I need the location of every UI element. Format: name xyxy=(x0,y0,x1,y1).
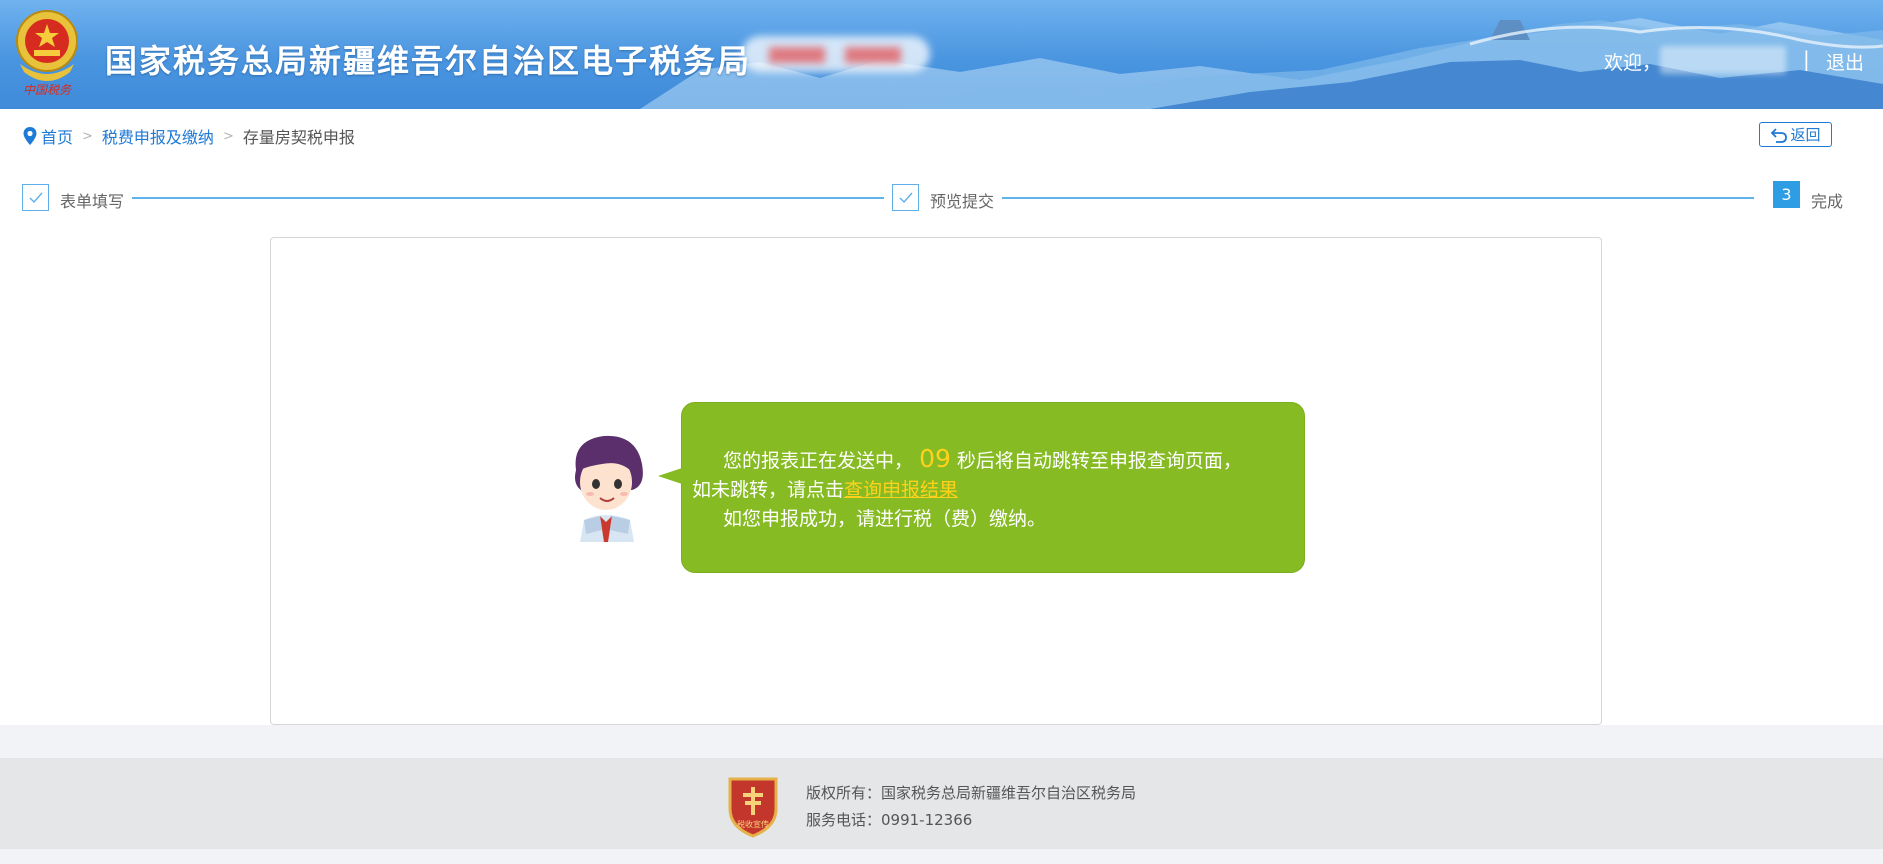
no-redirect-text: 如未跳转，请点击 xyxy=(692,479,845,501)
step-3-label: 完成 xyxy=(1811,192,1844,211)
service-phone-text: 服务电话：0991-12366 xyxy=(806,811,973,829)
step-connector-2 xyxy=(1002,197,1754,199)
payment-reminder-text: 如您申报成功，请进行税（费）缴纳。 xyxy=(723,508,1047,530)
status-message: 您的报表正在发送中， 09 秒后将自动跳转至申报查询页面， 如未跳转，请点击查询… xyxy=(692,444,1292,534)
welcome-text: 欢迎， xyxy=(1604,52,1662,74)
tax-shield-logo-icon: 税收宣传 xyxy=(728,777,778,838)
step-1-label: 表单填写 xyxy=(60,192,125,211)
redirect-notice-text: 秒后将自动跳转至申报查询页面， xyxy=(956,450,1242,472)
site-header: 中国税务 国家税务总局新疆维吾尔自治区电子税务局 欢迎， | 退出 xyxy=(0,0,1883,109)
bubble-tail xyxy=(658,468,682,484)
step-1-check xyxy=(22,184,49,211)
check-icon xyxy=(29,192,43,203)
back-button[interactable]: 返回 xyxy=(1759,122,1832,147)
breadcrumb: 首页 > 税费申报及缴纳 > 存量房契税申报 xyxy=(22,124,355,148)
step-connector-1 xyxy=(132,197,884,199)
footer-bottom-strip xyxy=(0,849,1883,864)
sending-status-text: 您的报表正在发送中， xyxy=(723,450,914,472)
site-footer xyxy=(0,758,1883,849)
countdown-seconds: 09 xyxy=(919,444,951,473)
step-2-label: 预览提交 xyxy=(930,192,995,211)
national-emblem-icon: 中国税务 xyxy=(16,10,78,97)
logout-link[interactable]: 退出 xyxy=(1826,48,1864,75)
breadcrumb-tax-declaration-link[interactable]: 税费申报及缴纳 xyxy=(102,124,214,148)
header-separator: | xyxy=(1803,47,1810,71)
tax-officer-avatar-icon xyxy=(575,435,643,542)
step-2-check xyxy=(892,184,919,211)
svg-text:税收宣传: 税收宣传 xyxy=(737,819,769,829)
copyright-text: 版权所有：国家税务总局新疆维吾尔自治区税务局 xyxy=(806,784,1137,802)
breadcrumb-separator: > xyxy=(82,128,93,144)
return-arrow-icon xyxy=(1771,127,1788,143)
redacted-title-suffix xyxy=(742,36,930,72)
breadcrumb-home-link[interactable]: 首页 xyxy=(41,124,73,148)
footer-spacer xyxy=(0,725,1883,758)
check-icon xyxy=(899,192,913,203)
svg-text:中国税务: 中国税务 xyxy=(23,83,72,97)
back-button-label: 返回 xyxy=(1790,126,1821,144)
step-3-number: 3 xyxy=(1773,181,1800,208)
location-pin-icon xyxy=(23,127,37,145)
breadcrumb-separator: > xyxy=(222,128,234,144)
redacted-username xyxy=(1660,46,1786,74)
site-title: 国家税务总局新疆维吾尔自治区电子税务局 xyxy=(105,42,752,80)
breadcrumb-current: 存量房契税申报 xyxy=(242,128,355,147)
query-result-link[interactable]: 查询申报结果 xyxy=(844,479,958,501)
